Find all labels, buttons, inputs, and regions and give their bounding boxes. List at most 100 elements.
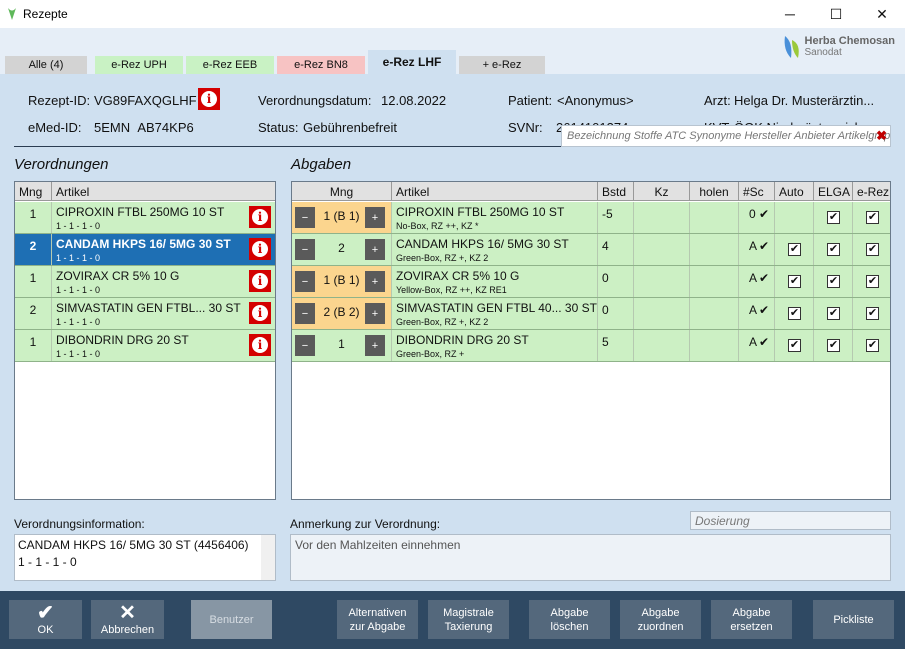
verordnung-info-icon[interactable]: i [249,302,271,324]
verordnung-row[interactable]: 2 SIMVASTATIN GEN FTBL... 30 ST 1 - 1 - … [15,298,275,330]
col-auto[interactable]: Auto [775,182,814,201]
decrement-button[interactable]: − [295,271,315,292]
benutzer-button[interactable]: Benutzer [191,600,272,639]
verordnungen-grid: Mng Artikel 1 CIPROXIN FTBL 250MG 10 ST … [14,181,276,500]
verordnung-row[interactable]: 1 ZOVIRAX CR 5% 10 G 1 - 1 - 1 - 0 i [15,266,275,298]
emed-id-label: eMed-ID: [28,120,82,135]
verordnung-row-selected[interactable]: 2 CANDAM HKPS 16/ 5MG 30 ST 1 - 1 - 1 - … [15,234,275,266]
close-button[interactable]: ✕ [859,0,905,28]
verordnung-row[interactable]: 1 DIBONDRIN DRG 20 ST 1 - 1 - 1 - 0 i [15,330,275,362]
col-mng[interactable]: Mng [292,182,392,201]
tab-alle[interactable]: Alle (4) [5,56,87,74]
alternativen-button[interactable]: Alternativen zur Abgabe [337,600,418,639]
rezept-info-icon[interactable]: i [198,88,220,110]
arzt-value: Helga Dr. Musterärztin... [734,93,875,108]
col-sc[interactable]: #Sc [739,182,775,201]
erez-checkbox[interactable]: ✔ [866,307,879,320]
col-mng[interactable]: Mng [15,182,52,201]
abgabe-loeschen-button[interactable]: Abgabe löschen [529,600,610,639]
verordnung-info-icon[interactable]: i [249,238,271,260]
erez-checkbox[interactable]: ✔ [866,211,879,224]
herba-chemosan-logo: Herba Chemosan Sanodat [783,34,895,60]
abgabe-zuordnen-button[interactable]: Abgabe zuordnen [620,600,701,639]
bstd-value: -5 [602,207,613,221]
auto-checkbox[interactable]: ✔ [788,275,801,288]
artikel-name: SIMVASTATIN GEN FTBL... 30 ST [56,301,241,315]
sc-value: 0 [749,207,756,221]
patient-label: Patient: [508,93,553,108]
verordnung-info-icon[interactable]: i [249,206,271,228]
increment-button[interactable]: + [365,271,385,292]
erez-checkbox[interactable]: ✔ [866,243,879,256]
datum-label: Verordnungsdatum: [258,93,372,108]
tab-erez-lhf[interactable]: e-Rez LHF [368,50,456,74]
auto-checkbox[interactable]: ✔ [788,243,801,256]
col-bstd[interactable]: Bstd [598,182,634,201]
verordnung-info-icon[interactable]: i [249,270,271,292]
verordnung-info-icon[interactable]: i [249,334,271,356]
kz-cell [634,266,690,297]
dosierung-input[interactable]: Dosierung [690,511,891,530]
abgabe-row[interactable]: − 1 (B 1) + CIPROXIN FTBL 250MG 10 ST No… [292,202,890,234]
anmerkung-textarea[interactable]: Vor den Mahlzeiten einnehmen [290,534,891,581]
decrement-button[interactable]: − [295,239,315,260]
erez-checkbox[interactable]: ✔ [866,339,879,352]
abgabe-row[interactable]: − 2 + CANDAM HKPS 16/ 5MG 30 ST Green-Bo… [292,234,890,266]
elga-checkbox[interactable]: ✔ [827,275,840,288]
elga-checkbox[interactable]: ✔ [827,211,840,224]
verordnung-row[interactable]: 1 CIPROXIN FTBL 250MG 10 ST 1 - 1 - 1 - … [15,202,275,234]
increment-button[interactable]: + [365,335,385,356]
col-holen[interactable]: holen [690,182,739,201]
auto-checkbox[interactable]: ✔ [788,339,801,352]
search-clear-icon[interactable]: ✖ [876,128,887,144]
decrement-button[interactable]: − [295,207,315,228]
magistrale-taxierung-button[interactable]: Magistrale Taxierung [428,600,509,639]
elga-checkbox[interactable]: ✔ [827,307,840,320]
abbrechen-button[interactable]: ✕ Abbrechen [91,600,164,639]
holen-cell [690,330,739,361]
col-kz[interactable]: Kz [634,182,690,201]
rezept-id-value: VG89FAXQGLHF [94,93,197,108]
holen-cell [690,266,739,297]
abgabe-row[interactable]: − 2 (B 2) + SIMVASTATIN GEN FTBL 40... 3… [292,298,890,330]
tab-erez-bn8[interactable]: e-Rez BN8 [277,56,365,74]
abgaben-grid: Mng Artikel Bstd Kz holen #Sc Auto ELGA … [291,181,891,500]
tab-erez-uph[interactable]: e-Rez UPH [95,56,183,74]
abgabe-ersetzen-button[interactable]: Abgabe ersetzen [711,600,792,639]
artikel-info: Green-Box, RZ + [396,349,465,359]
artikel-name: CIPROXIN FTBL 250MG 10 ST [56,205,225,219]
artikel-info: No-Box, RZ ++, KZ * [396,221,479,231]
abgabe-row[interactable]: − 1 + DIBONDRIN DRG 20 ST Green-Box, RZ … [292,330,890,362]
button-bar: ✔ OK ✕ Abbrechen Benutzer Alternativen zu… [0,591,905,649]
status-value: Gebührenbefreit [303,120,397,135]
increment-button[interactable]: + [365,239,385,260]
elga-checkbox[interactable]: ✔ [827,243,840,256]
col-artikel[interactable]: Artikel [52,182,275,201]
scrollbar[interactable] [261,535,275,580]
minimize-button[interactable]: ─ [767,0,813,28]
abgabe-row[interactable]: − 1 (B 1) + ZOVIRAX CR 5% 10 G Yellow-Bo… [292,266,890,298]
verordnungsinfo-textarea[interactable]: CANDAM HKPS 16/ 5MG 30 ST (4456406) 1 - … [14,534,276,581]
pickliste-button[interactable]: Pickliste [813,600,894,639]
col-elga[interactable]: ELGA [814,182,853,201]
decrement-button[interactable]: − [295,335,315,356]
check-icon: ✔ [759,271,770,285]
tab-add-erez[interactable]: + e-Rez [459,56,545,74]
auto-checkbox[interactable]: ✔ [788,307,801,320]
erez-checkbox[interactable]: ✔ [866,275,879,288]
elga-checkbox[interactable]: ✔ [827,339,840,352]
increment-button[interactable]: + [365,303,385,324]
decrement-button[interactable]: − [295,303,315,324]
verordnungen-title: Verordnungen [14,156,109,173]
tab-erez-eeb[interactable]: e-Rez EEB [186,56,274,74]
col-artikel[interactable]: Artikel [392,182,598,201]
search-input[interactable]: Bezeichnung Stoffe ATC Synonyme Herstell… [561,125,891,147]
anmerkung-label: Anmerkung zur Verordnung: [290,517,441,531]
search-placeholder: Bezeichnung Stoffe ATC Synonyme Herstell… [567,130,891,142]
ok-button[interactable]: ✔ OK [9,600,82,639]
logo-icon [784,36,799,58]
col-erez[interactable]: e-Rez [853,182,890,201]
increment-button[interactable]: + [365,207,385,228]
maximize-button[interactable]: ☐ [813,0,859,28]
artikel-name: ZOVIRAX CR 5% 10 G [396,269,520,283]
